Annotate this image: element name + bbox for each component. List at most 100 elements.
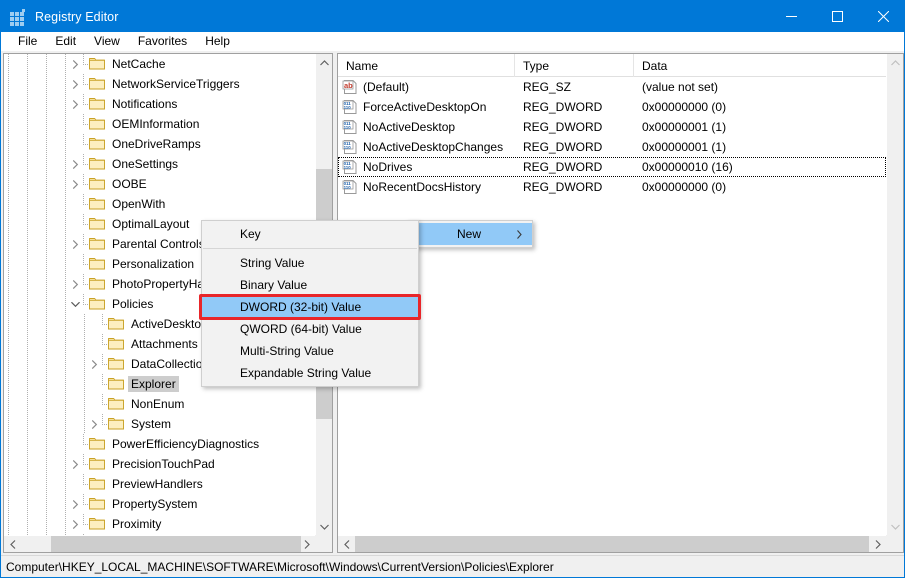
context-menu-item-new[interactable]: New <box>407 223 532 245</box>
tree-item-precisiontouchpad[interactable]: PrecisionTouchPad <box>4 454 315 474</box>
registry-values-pane: Name Type Data ab (Default) REG_SZ (value n… <box>337 53 904 553</box>
table-row[interactable]: 011 110 NoRecentDocsHistory REG_DWORD 0x0000… <box>338 177 886 197</box>
value-name-cell: 011 110 NoDrives <box>338 157 515 177</box>
tree-item-onedriveramps[interactable]: OneDriveRamps <box>4 134 315 154</box>
svg-text:110: 110 <box>344 145 352 150</box>
chevron-right-icon[interactable] <box>67 54 83 74</box>
title-bar: Registry Editor <box>1 1 904 32</box>
tree-indent-spacer <box>6 354 86 374</box>
values-hscroll-track[interactable] <box>355 535 869 552</box>
menu-file[interactable]: File <box>9 32 46 51</box>
menu-view[interactable]: View <box>85 32 129 51</box>
chevron-right-icon[interactable] <box>67 234 83 254</box>
value-name-label: NoRecentDocsHistory <box>363 180 482 194</box>
folder-icon <box>89 274 105 294</box>
tree-item-propertysystem[interactable]: PropertySystem <box>4 494 315 514</box>
table-row[interactable]: 011 110 NoActiveDesktopChanges REG_DWORD 0x0… <box>338 137 886 157</box>
folder-icon <box>89 434 105 454</box>
tree-item-nonenum[interactable]: NonEnum <box>4 394 315 414</box>
chevron-right-icon[interactable] <box>67 454 83 474</box>
values-scroll-left-icon[interactable] <box>338 536 355 553</box>
context-menu-item-label: Key <box>240 227 261 241</box>
chevron-right-icon[interactable] <box>67 514 83 534</box>
column-header-data[interactable]: Data <box>634 54 903 77</box>
values-scroll-right-icon[interactable] <box>869 536 886 553</box>
chevron-right-icon[interactable] <box>67 274 83 294</box>
tree-item-label: NonEnum <box>131 397 185 411</box>
registry-values-list[interactable]: ab (Default) REG_SZ (value not set) 011 110 Fo… <box>338 77 886 535</box>
tree-scroll-left-icon[interactable] <box>4 536 21 553</box>
tree-item-powerefficiencydiagnostics[interactable]: PowerEfficiencyDiagnostics <box>4 434 315 454</box>
tree-item-netcache[interactable]: NetCache <box>4 54 315 74</box>
context-menu-item-multi-string-value[interactable]: Multi-String Value <box>202 340 418 362</box>
menu-edit[interactable]: Edit <box>46 32 85 51</box>
chevron-down-icon[interactable] <box>67 294 83 314</box>
context-menu-new-submenu[interactable]: Key String Value Binary Value DWORD (32-bit… <box>201 220 419 387</box>
table-row[interactable]: 011 110 NoActiveDesktop REG_DWORD 0x00000001… <box>338 117 886 137</box>
value-type-cell: REG_DWORD <box>523 140 603 154</box>
table-row[interactable]: 011 110 ForceActiveDesktopOn REG_DWORD 0x000… <box>338 97 886 117</box>
chevron-right-icon[interactable] <box>67 94 83 114</box>
tree-item-notifications[interactable]: Notifications <box>4 94 315 114</box>
values-horizontal-scrollbar[interactable] <box>338 535 886 552</box>
tree-item-label: PropertySystem <box>112 497 198 511</box>
values-scroll-up-icon[interactable] <box>887 54 903 71</box>
tree-item-system[interactable]: System <box>4 414 315 434</box>
context-menu-item-string-value[interactable]: String Value <box>202 252 418 274</box>
context-menu-item-dword-32-bit-value[interactable]: DWORD (32-bit) Value <box>202 296 418 318</box>
maximize-button[interactable] <box>814 1 860 32</box>
value-name-cell: 011 110 NoRecentDocsHistory <box>338 177 515 197</box>
tree-item-label: PrecisionTouchPad <box>112 457 215 471</box>
chevron-right-icon[interactable] <box>67 494 83 514</box>
close-button[interactable] <box>860 1 904 32</box>
chevron-right-icon[interactable] <box>67 154 83 174</box>
values-hscroll-thumb[interactable] <box>355 535 869 552</box>
value-name-label: (Default) <box>363 80 410 94</box>
tree-item-oeminformation[interactable]: OEMInformation <box>4 114 315 134</box>
context-menu-item-binary-value[interactable]: Binary Value <box>202 274 418 296</box>
value-data-cell: 0x00000001 (1) <box>642 140 727 154</box>
tree-hscroll-track[interactable] <box>21 535 301 552</box>
tree-item-proximity[interactable]: Proximity <box>4 514 315 534</box>
tree-item-label: System <box>131 417 172 431</box>
tree-item-oobe[interactable]: OOBE <box>4 174 315 194</box>
tree-item-previewhandlers[interactable]: PreviewHandlers <box>4 474 315 494</box>
tree-scroll-down-icon[interactable] <box>316 518 332 535</box>
context-menu-item-qword-64-bit-value[interactable]: QWORD (64-bit) Value <box>202 318 418 340</box>
value-name-cell: ab (Default) <box>338 77 515 97</box>
chevron-right-icon[interactable] <box>67 534 83 535</box>
tree-item-openwith[interactable]: OpenWith <box>4 194 315 214</box>
values-scroll-down-icon[interactable] <box>887 518 903 535</box>
folder-icon <box>89 494 105 514</box>
tree-indent-spacer <box>6 234 67 254</box>
folder-icon <box>89 114 105 134</box>
column-header-type[interactable]: Type <box>515 54 634 77</box>
value-type-cell: REG_DWORD <box>523 160 603 174</box>
menu-favorites[interactable]: Favorites <box>129 32 196 51</box>
table-row[interactable]: ab (Default) REG_SZ (value not set) <box>338 77 886 97</box>
context-menu-item-key[interactable]: Key <box>202 223 418 245</box>
tree-hscroll-thumb[interactable] <box>51 535 301 552</box>
tree-item-label: Parental Controls <box>112 237 205 251</box>
chevron-right-icon[interactable] <box>86 354 102 374</box>
minimize-button[interactable] <box>768 1 814 32</box>
chevron-right-icon[interactable] <box>67 174 83 194</box>
tree-horizontal-scrollbar[interactable] <box>4 535 315 552</box>
table-row[interactable]: 011 110 NoDrives REG_DWORD 0x00000010 (16) <box>338 157 886 177</box>
tree-item-networkservicetriggers[interactable]: NetworkServiceTriggers <box>4 74 315 94</box>
context-menu-item-expandable-string-value[interactable]: Expandable String Value <box>202 362 418 384</box>
chevron-right-icon[interactable] <box>67 74 83 94</box>
window-title: Registry Editor <box>35 9 119 24</box>
tree-item-label: PowerEfficiencyDiagnostics <box>112 437 260 451</box>
menu-help[interactable]: Help <box>196 32 239 51</box>
registry-editor-icon <box>10 8 26 26</box>
column-header-name[interactable]: Name <box>338 54 515 77</box>
chevron-right-icon[interactable] <box>86 414 102 434</box>
folder-icon <box>89 294 105 314</box>
status-bar: Computer\HKEY_LOCAL_MACHINE\SOFTWARE\Mic… <box>1 555 904 577</box>
values-vertical-scrollbar[interactable] <box>886 54 903 535</box>
tree-expander-placeholder <box>67 474 83 494</box>
tree-item-onesettings[interactable]: OneSettings <box>4 154 315 174</box>
tree-item-label: NetCache <box>112 57 166 71</box>
tree-scroll-up-icon[interactable] <box>316 54 332 71</box>
